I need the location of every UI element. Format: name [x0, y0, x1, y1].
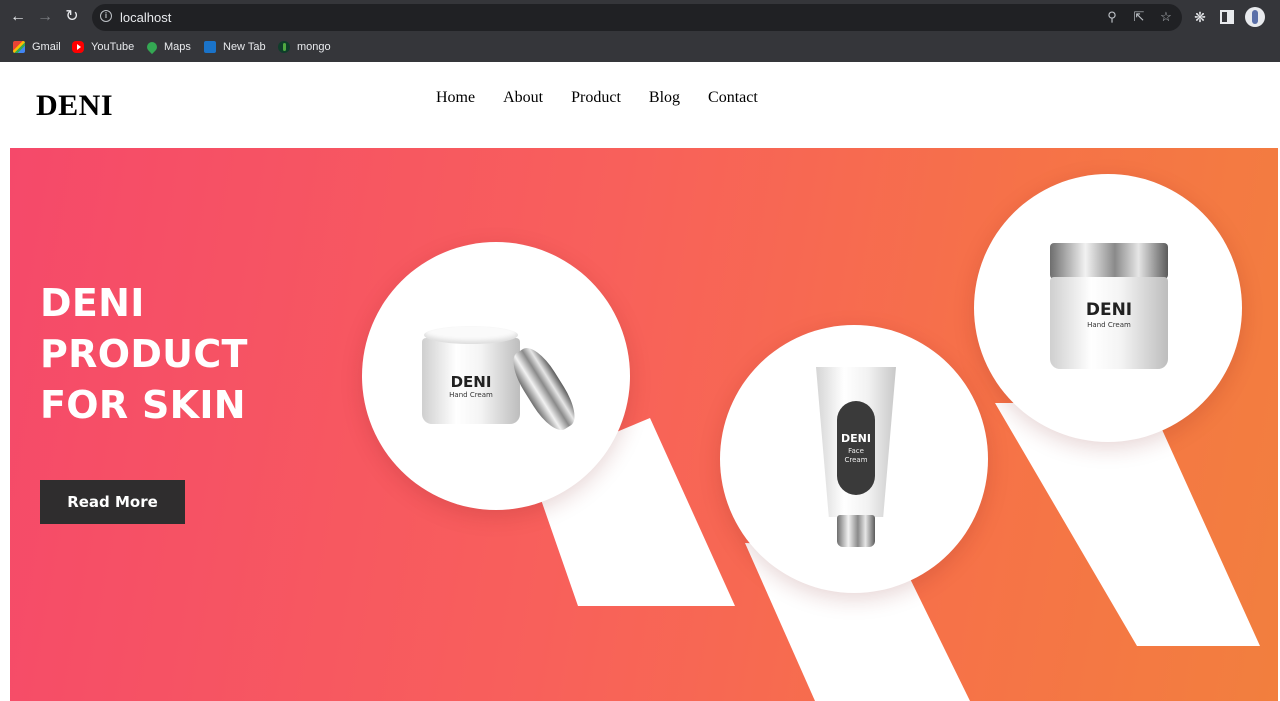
nav-contact[interactable]: Contact	[708, 89, 758, 107]
youtube-icon	[72, 41, 84, 53]
product-circle-hand-cream[interactable]: DENI Hand Cream	[362, 242, 630, 510]
bookmark-label: YouTube	[91, 41, 135, 53]
bookmark-mongo[interactable]: mongo	[278, 39, 331, 55]
site-header: DENI Home About Product Blog Contact	[0, 62, 1280, 148]
nav-blog[interactable]: Blog	[649, 89, 680, 107]
url-text[interactable]: localhost	[120, 10, 171, 25]
product-name-label: Hand Cream	[1087, 321, 1131, 329]
browser-toolbar: ← → ↻ i localhost ⚲ ⇱ ☆ ❋	[0, 0, 1280, 35]
nav-home[interactable]: Home	[436, 89, 475, 107]
mongodb-icon	[278, 41, 290, 53]
cream-top	[424, 326, 518, 344]
browser-chrome: ← → ↻ i localhost ⚲ ⇱ ☆ ❋ Gmail YouTube …	[0, 0, 1280, 62]
product-brand-label: DENI	[841, 432, 871, 445]
bookmark-star-icon[interactable]: ☆	[1158, 9, 1174, 25]
hero-banner: DENI PRODUCT FOR SKIN Read More DENI Han…	[10, 148, 1278, 701]
bookmark-label: Maps	[164, 41, 191, 53]
zoom-icon[interactable]: ⚲	[1104, 9, 1120, 25]
product-name-label: Hand Cream	[449, 391, 493, 399]
forward-arrow-icon[interactable]: →	[36, 8, 54, 26]
product-brand-label: DENI	[450, 373, 492, 391]
product-brand-label: DENI	[1085, 300, 1133, 320]
address-bar[interactable]: i localhost ⚲ ⇱ ☆	[92, 4, 1182, 31]
main-nav: Home About Product Blog Contact	[436, 89, 758, 107]
newtab-icon	[204, 41, 216, 53]
jar-lid	[1050, 243, 1168, 279]
product-name-label: Face	[848, 447, 864, 455]
gmail-icon	[13, 41, 25, 53]
site-info-icon[interactable]: i	[100, 10, 112, 22]
back-arrow-icon[interactable]: ←	[9, 8, 27, 26]
bookmark-maps[interactable]: Maps	[144, 39, 191, 55]
bookmark-label: mongo	[297, 41, 331, 53]
share-icon[interactable]: ⇱	[1131, 9, 1147, 25]
bookmark-label: Gmail	[32, 41, 61, 53]
profile-avatar[interactable]	[1245, 7, 1265, 27]
extensions-puzzle-icon[interactable]: ❋	[1191, 8, 1209, 26]
bookmark-new-tab[interactable]: New Tab	[204, 39, 266, 55]
reload-icon[interactable]: ↻	[63, 8, 81, 26]
product-name-label: Cream	[844, 456, 868, 464]
product-circle-hand-cream-closed[interactable]: DENI Hand Cream	[974, 174, 1242, 442]
nav-product[interactable]: Product	[571, 89, 621, 107]
product-circle-face-cream[interactable]: DENI Face Cream	[720, 325, 988, 593]
site-logo[interactable]: DENI	[36, 89, 113, 123]
bookmark-gmail[interactable]: Gmail	[13, 39, 61, 55]
nav-about[interactable]: About	[503, 89, 543, 107]
bookmark-youtube[interactable]: YouTube	[72, 39, 134, 55]
maps-icon	[144, 39, 160, 55]
tube-cap	[837, 515, 875, 547]
side-panel-icon[interactable]	[1218, 8, 1236, 26]
bookmark-label: New Tab	[223, 41, 266, 53]
bookmarks-bar: Gmail YouTube Maps New Tab mongo	[0, 35, 1280, 59]
